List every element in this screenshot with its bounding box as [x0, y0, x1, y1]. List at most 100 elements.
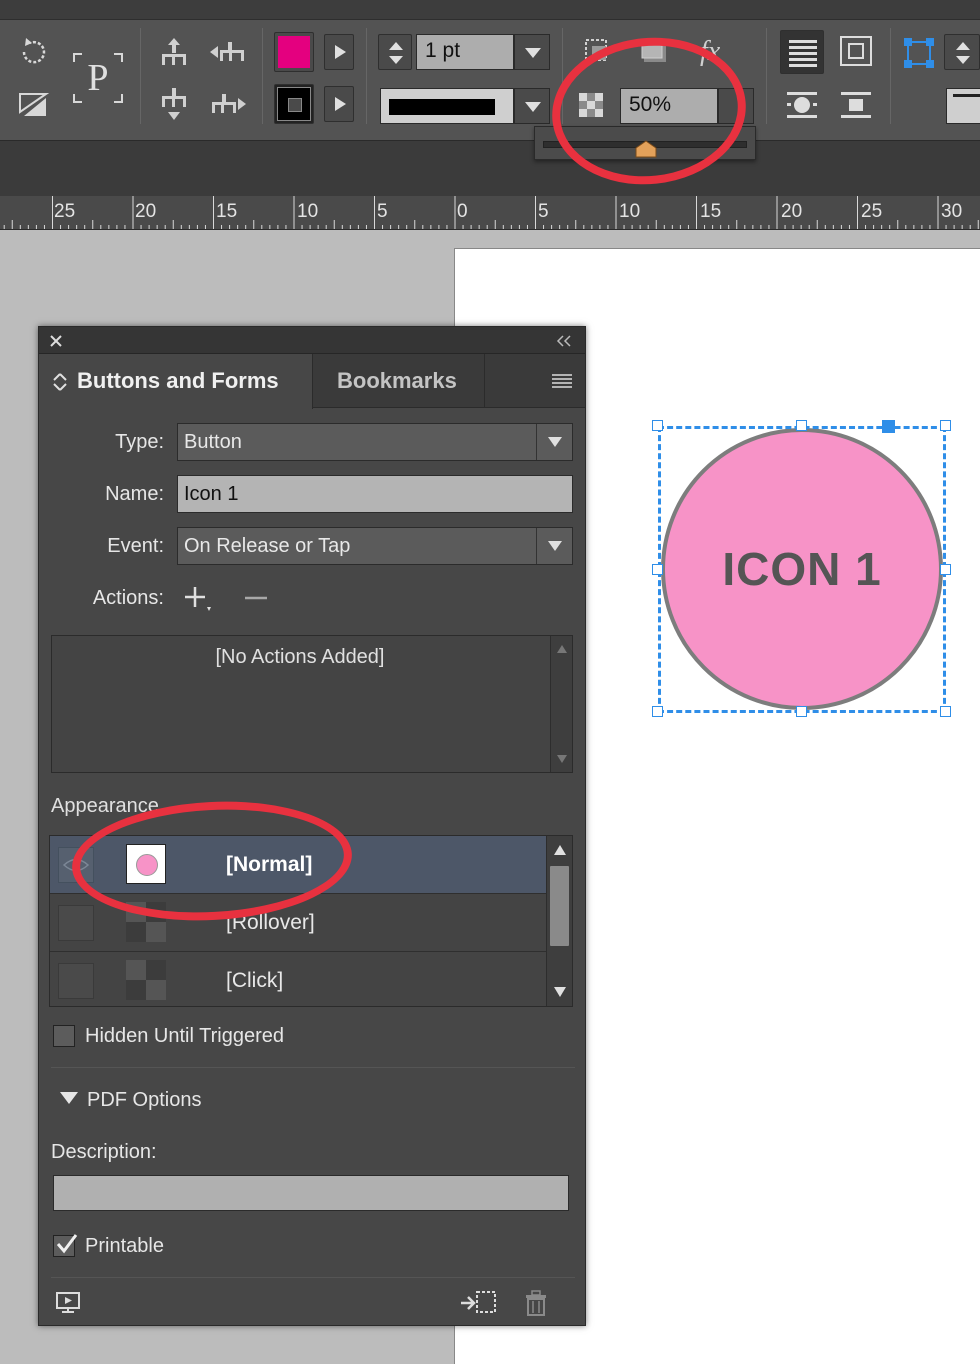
- select-previous-object-icon[interactable]: [208, 34, 248, 70]
- ruler-label: 5: [538, 201, 549, 222]
- state-visibility-toggle[interactable]: [58, 963, 94, 999]
- type-label: Type:: [115, 431, 164, 453]
- states-scrollbar[interactable]: [546, 836, 572, 1006]
- panel-tabs: Buttons and Forms Bookmarks: [39, 354, 585, 409]
- wrap-bounding-box-icon[interactable]: [840, 36, 872, 66]
- chevron-down-icon: [525, 102, 541, 112]
- icon-button-object[interactable]: ICON 1: [652, 420, 951, 717]
- ruler-label: 25: [54, 201, 76, 222]
- selection-handle[interactable]: [652, 706, 663, 717]
- horizontal-ruler[interactable]: 25 20 15 10 5 0 5 10 15 20 25 30: [0, 196, 980, 230]
- frame-fitting-icon[interactable]: [902, 36, 936, 70]
- ruler-label: 20: [135, 201, 157, 222]
- selection-handle[interactable]: [940, 706, 951, 717]
- select-next-object-icon[interactable]: [208, 86, 248, 122]
- scroll-down-icon[interactable]: [553, 986, 567, 998]
- selection-handle[interactable]: [796, 706, 807, 717]
- scroll-down-icon[interactable]: [556, 754, 568, 764]
- selection-frame[interactable]: [658, 426, 946, 713]
- add-action-icon[interactable]: [183, 585, 213, 613]
- name-field[interactable]: Icon 1: [177, 475, 573, 513]
- panel-options-arrows-icon: [53, 373, 67, 391]
- toolbar-separator: [140, 28, 141, 124]
- stroke-weight-stepper[interactable]: [378, 34, 412, 70]
- frame-fitting-field[interactable]: [946, 88, 980, 124]
- select-content-icon[interactable]: [156, 86, 192, 122]
- selection-handle[interactable]: [652, 420, 663, 431]
- actions-list[interactable]: [No Actions Added]: [51, 635, 573, 773]
- ruler-label: 30: [941, 201, 963, 222]
- actions-scrollbar[interactable]: [550, 636, 572, 772]
- ruler-label: 15: [216, 201, 238, 222]
- ruler-label: 20: [781, 201, 803, 222]
- stepper-arrows-icon: [389, 42, 403, 64]
- frame-fitting-stepper[interactable]: [944, 34, 980, 70]
- trash-icon[interactable]: [523, 1289, 549, 1317]
- flip-icon[interactable]: [16, 86, 52, 122]
- tab-buttons-and-forms[interactable]: Buttons and Forms: [39, 354, 313, 409]
- text-wrap-none-icon: [789, 40, 817, 67]
- control-panel-top-strip: [0, 0, 980, 20]
- stroke-weight-field[interactable]: 1 pt: [416, 34, 514, 70]
- triangle-right-icon: [335, 97, 346, 111]
- control-panel: P 1 pt fx 50%: [0, 0, 980, 196]
- chevron-down-icon: [548, 437, 562, 447]
- selection-handle[interactable]: [796, 420, 807, 431]
- convert-to-object-icon[interactable]: [459, 1289, 499, 1317]
- rotate-icon[interactable]: [16, 34, 52, 70]
- tab-bookmarks[interactable]: Bookmarks: [313, 354, 485, 408]
- no-actions-text: [No Actions Added]: [215, 646, 385, 668]
- stroke-swatch[interactable]: [274, 84, 314, 124]
- stroke-weight-dropdown[interactable]: [514, 34, 550, 70]
- collapse-panel-icon[interactable]: [555, 334, 573, 348]
- event-value: On Release or Tap: [184, 535, 351, 557]
- toolbar-separator: [262, 28, 263, 124]
- stroke-type-dropdown[interactable]: [514, 88, 550, 124]
- wrap-object-shape-icon[interactable]: [786, 90, 818, 120]
- scroll-up-icon[interactable]: [556, 644, 568, 654]
- close-icon[interactable]: [49, 334, 63, 348]
- stepper-arrows-icon: [956, 42, 970, 64]
- selection-handle[interactable]: [652, 564, 663, 575]
- control-panel-lower-strip: [0, 140, 980, 196]
- fill-menu-button[interactable]: [324, 34, 354, 70]
- wrap-jump-object-icon[interactable]: [840, 90, 872, 120]
- panel-title-bar[interactable]: [39, 327, 585, 354]
- selection-handle[interactable]: [940, 564, 951, 575]
- states-scroll-thumb[interactable]: [550, 866, 569, 946]
- tab-label: Bookmarks: [337, 368, 457, 393]
- frame-anchor-handle[interactable]: [882, 420, 895, 433]
- stroke-menu-button[interactable]: [324, 86, 354, 122]
- state-row-click[interactable]: [Click]: [50, 952, 546, 1010]
- paragraph-frame-icon[interactable]: P: [70, 50, 126, 106]
- description-field[interactable]: [53, 1175, 569, 1211]
- printable-label: Printable: [85, 1235, 164, 1257]
- toolbar-separator: [890, 28, 891, 124]
- type-value: Button: [184, 431, 242, 453]
- wrap-none-button[interactable]: [780, 30, 824, 74]
- ruler-label: 25: [861, 201, 883, 222]
- ruler-label: 10: [297, 201, 319, 222]
- section-divider: [51, 1277, 575, 1278]
- hidden-until-triggered-checkbox[interactable]: [53, 1025, 75, 1047]
- type-select[interactable]: Button: [177, 423, 573, 461]
- ruler-label: 5: [377, 201, 388, 222]
- select-container-icon[interactable]: [156, 34, 192, 70]
- pdf-options-label[interactable]: PDF Options: [87, 1089, 201, 1112]
- chevron-down-icon: [548, 541, 562, 551]
- state-visibility-toggle[interactable]: [58, 905, 94, 941]
- name-label: Name:: [105, 483, 164, 505]
- panel-menu-icon[interactable]: [551, 373, 573, 389]
- disclosure-triangle-icon[interactable]: [59, 1091, 79, 1105]
- fill-swatch[interactable]: [274, 32, 314, 72]
- toolbar-separator: [366, 28, 367, 124]
- stroke-type-field[interactable]: [380, 88, 514, 124]
- preview-spread-icon[interactable]: [55, 1291, 83, 1315]
- section-divider: [51, 1067, 575, 1068]
- actions-label: Actions:: [92, 587, 164, 609]
- event-select[interactable]: On Release or Tap: [177, 527, 573, 565]
- remove-action-icon[interactable]: [243, 585, 269, 611]
- printable-checkbox[interactable]: [53, 1234, 78, 1257]
- selection-handle[interactable]: [940, 420, 951, 431]
- scroll-up-icon[interactable]: [553, 844, 567, 856]
